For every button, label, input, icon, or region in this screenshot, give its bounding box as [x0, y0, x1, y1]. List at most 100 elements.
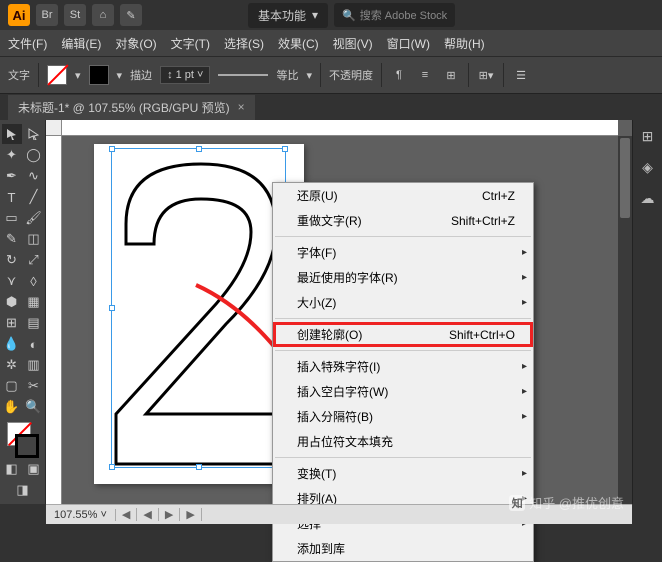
- eraser-tool[interactable]: ◫: [24, 229, 44, 249]
- nav-first[interactable]: ◀: [116, 508, 137, 521]
- mesh-tool[interactable]: ⊞: [2, 313, 22, 333]
- context-menu-item[interactable]: 大小(Z): [273, 290, 533, 315]
- magic-wand-tool[interactable]: ✦: [2, 145, 22, 165]
- artboard-tool[interactable]: ▢: [2, 376, 22, 396]
- resize-handle[interactable]: [196, 146, 202, 152]
- transform-icon[interactable]: ⊞: [442, 66, 460, 84]
- libraries-panel-icon[interactable]: ☁: [641, 190, 655, 207]
- layers-panel-icon[interactable]: ◈: [642, 159, 653, 176]
- horizontal-ruler[interactable]: [62, 120, 618, 136]
- menu-object[interactable]: 对象(O): [115, 35, 156, 52]
- width-tool[interactable]: ⋎: [2, 271, 22, 291]
- search-input[interactable]: 🔍搜索 Adobe Stock: [334, 3, 455, 27]
- hand-tool[interactable]: ✋: [2, 397, 22, 417]
- context-menu-item[interactable]: 字体(F): [273, 240, 533, 265]
- curvature-tool[interactable]: ∿: [24, 166, 44, 186]
- selection-tool[interactable]: [2, 124, 22, 144]
- chevron-down-icon[interactable]: ▾: [117, 69, 123, 82]
- options-bar: 文字 ▾ ▾ 描边 ↕ 1 pt ˅ 等比▾ 不透明度 ¶ ≡ ⊞ ⊞▾ ☰: [0, 56, 662, 94]
- context-menu-item[interactable]: 添加到库: [273, 536, 533, 561]
- lasso-tool[interactable]: ◯: [24, 145, 44, 165]
- ruler-origin[interactable]: [46, 120, 62, 136]
- stroke-swatch[interactable]: [89, 65, 109, 85]
- fill-stroke-control[interactable]: [7, 422, 39, 458]
- blend-tool[interactable]: ◐: [24, 334, 44, 354]
- shape-builder-tool[interactable]: ⬢: [2, 292, 22, 312]
- direct-selection-tool[interactable]: [24, 124, 44, 144]
- tab-title: 未标题-1* @ 107.55% (RGB/GPU 预览): [18, 99, 230, 116]
- ratio-label: 等比: [276, 67, 298, 83]
- context-menu-item[interactable]: 插入分隔符(B): [273, 404, 533, 429]
- menubar: 文件(F) 编辑(E) 对象(O) 文字(T) 选择(S) 效果(C) 视图(V…: [0, 30, 662, 56]
- menu-type[interactable]: 文字(T): [171, 35, 210, 52]
- brush-tool[interactable]: 🖌: [24, 208, 44, 228]
- symbol-sprayer-tool[interactable]: ✲: [2, 355, 22, 375]
- char-panel-icon[interactable]: ¶: [390, 66, 408, 84]
- pen-tool[interactable]: ✒: [2, 166, 22, 186]
- line-tool[interactable]: ╱: [24, 187, 44, 207]
- more-icon[interactable]: ⊞▾: [477, 66, 495, 84]
- resize-handle[interactable]: [109, 146, 115, 152]
- vertical-scrollbar[interactable]: [618, 136, 632, 504]
- perspective-tool[interactable]: ▦: [24, 292, 44, 312]
- chevron-down-icon[interactable]: ▾: [306, 69, 312, 82]
- context-menu-item[interactable]: 创建轮廓(O)Shift+Ctrl+O: [273, 322, 533, 347]
- menu-file[interactable]: 文件(F): [8, 35, 47, 52]
- color-mode[interactable]: ◧: [2, 459, 22, 479]
- menu-effect[interactable]: 效果(C): [278, 35, 319, 52]
- context-menu-item[interactable]: 插入空白字符(W): [273, 379, 533, 404]
- context-menu-item[interactable]: 最近使用的字体(R): [273, 265, 533, 290]
- document-tab[interactable]: 未标题-1* @ 107.55% (RGB/GPU 预览) ×: [8, 95, 255, 120]
- resize-handle[interactable]: [109, 305, 115, 311]
- nav-prev[interactable]: ◀: [137, 508, 158, 521]
- selection-label: 文字: [8, 67, 30, 83]
- menu-select[interactable]: 选择(S): [224, 35, 264, 52]
- opacity-label: 不透明度: [329, 67, 373, 83]
- bridge-icon[interactable]: Br: [36, 4, 58, 26]
- resize-handle[interactable]: [282, 146, 288, 152]
- graph-tool[interactable]: ▥: [24, 355, 44, 375]
- nav-last[interactable]: ▶: [180, 508, 201, 521]
- draw-mode[interactable]: ◨: [13, 480, 33, 500]
- workspace-preset[interactable]: 基本功能▾: [248, 3, 328, 28]
- eyedropper-tool[interactable]: 💧: [2, 334, 22, 354]
- context-menu-item[interactable]: 重做文字(R)Shift+Ctrl+Z: [273, 208, 533, 233]
- stroke-weight-input[interactable]: ↕ 1 pt ˅: [160, 66, 210, 84]
- collapsed-panels: ⊞ ◈ ☁: [632, 120, 662, 504]
- scale-tool[interactable]: ⤢: [24, 250, 44, 270]
- screen-mode[interactable]: ▣: [24, 459, 44, 479]
- menu-edit[interactable]: 编辑(E): [61, 35, 101, 52]
- properties-panel-icon[interactable]: ⊞: [642, 128, 654, 145]
- resize-handle[interactable]: [196, 464, 202, 470]
- tab-close-icon[interactable]: ×: [238, 100, 245, 114]
- vertical-ruler[interactable]: [46, 136, 62, 504]
- fill-swatch[interactable]: [47, 65, 67, 85]
- menu-window[interactable]: 窗口(W): [387, 35, 430, 52]
- zoom-tool[interactable]: 🔍: [24, 397, 44, 417]
- gradient-tool[interactable]: ▤: [24, 313, 44, 333]
- home-icon[interactable]: ⌂: [92, 4, 114, 26]
- rotate-tool[interactable]: ↻: [2, 250, 22, 270]
- context-menu-item[interactable]: 插入特殊字符(I): [273, 354, 533, 379]
- stroke-profile[interactable]: [218, 70, 268, 80]
- menu-view[interactable]: 视图(V): [333, 35, 373, 52]
- shaper-tool[interactable]: ✎: [2, 229, 22, 249]
- align-icon[interactable]: ≡: [416, 66, 434, 84]
- menu-help[interactable]: 帮助(H): [444, 35, 485, 52]
- slice-tool[interactable]: ✂: [24, 376, 44, 396]
- chevron-down-icon: ▾: [312, 8, 318, 22]
- free-transform-tool[interactable]: ◊: [24, 271, 44, 291]
- nav-next[interactable]: ▶: [159, 508, 180, 521]
- stock-icon[interactable]: St: [64, 4, 86, 26]
- context-menu-item[interactable]: 用占位符文本填充: [273, 429, 533, 454]
- rectangle-tool[interactable]: ▭: [2, 208, 22, 228]
- chevron-down-icon[interactable]: ▾: [75, 69, 81, 82]
- arrange-icon[interactable]: ✎: [120, 4, 142, 26]
- panel-menu-icon[interactable]: ☰: [512, 66, 530, 84]
- context-menu-item[interactable]: 变换(T): [273, 461, 533, 486]
- type-tool[interactable]: T: [2, 187, 22, 207]
- toolbox: ✦◯ ✒∿ T╱ ▭🖌 ✎◫ ↻⤢ ⋎◊ ⬢▦ ⊞▤ 💧◐ ✲▥ ▢✂ ✋🔍 ◧…: [0, 120, 46, 504]
- context-menu-item[interactable]: 还原(U)Ctrl+Z: [273, 183, 533, 208]
- resize-handle[interactable]: [109, 464, 115, 470]
- zoom-level[interactable]: 107.55% ˅: [46, 509, 116, 521]
